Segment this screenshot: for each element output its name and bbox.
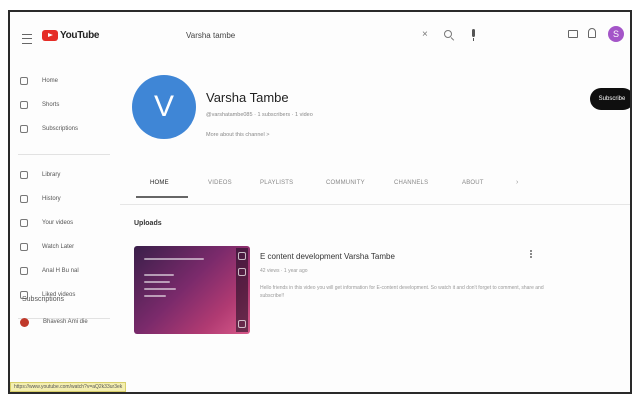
home-icon [20, 77, 28, 85]
browser-frame: YouTube Varsha tambe × S Home Shorts Sub… [8, 10, 632, 394]
channel-name: Varsha Tambe [206, 90, 289, 105]
sidebar-item-label: History [42, 196, 61, 202]
sidebar-item-label: Watch Later [42, 244, 75, 250]
sidebar-item-subscriptions[interactable]: Subscriptions [20, 122, 78, 136]
tab-home[interactable]: HOME [150, 180, 169, 186]
tab-playlists[interactable]: PLAYLISTS [260, 180, 293, 186]
library-icon [20, 171, 28, 179]
sidebar-item-label: Your videos [42, 220, 74, 226]
tabs-scroll-icon[interactable]: › [516, 179, 518, 186]
sidebar-item-playlist[interactable]: Anal H Bu nal [20, 264, 79, 278]
sidebar-item-home[interactable]: Home [20, 74, 58, 88]
search-icon[interactable] [444, 30, 452, 38]
thumbnail-text-line [144, 274, 174, 276]
shorts-icon [20, 101, 28, 109]
thumbnail-text-line [144, 295, 166, 297]
active-tab-indicator [136, 196, 188, 198]
sidebar-item-watch-later[interactable]: Watch Later [20, 240, 74, 254]
sidebar-item-label: Shorts [42, 102, 60, 108]
create-video-icon[interactable] [568, 30, 578, 38]
sidebar-item-label: Library [42, 172, 61, 178]
channel-meta: @varshatambe085 · 1 subscribers · 1 vide… [206, 112, 313, 118]
subscription-name: Bhavesh Ami die [43, 319, 88, 325]
tab-channels[interactable]: CHANNELS [394, 180, 428, 186]
sidebar-item-history[interactable]: History [20, 192, 61, 206]
channel-more-link[interactable]: More about this channel > [206, 132, 269, 138]
thumbnail-user-icon [238, 268, 246, 276]
thumbnail-text-line [144, 258, 204, 260]
clear-search-icon[interactable]: × [422, 29, 428, 40]
account-avatar[interactable]: S [608, 26, 624, 42]
playlist-icon [20, 267, 28, 275]
top-bar: YouTube Varsha tambe × S [10, 12, 630, 64]
thumbnail-cam-icon [238, 252, 246, 260]
uploads-heading[interactable]: Uploads [134, 220, 162, 227]
sidebar-item-your-videos[interactable]: Your videos [20, 216, 73, 230]
logo-text: YouTube [60, 30, 100, 41]
youtube-logo[interactable]: YouTube [42, 30, 100, 41]
tab-community[interactable]: COMMUNITY [326, 180, 365, 186]
history-icon [20, 195, 28, 203]
status-bar-url: https://www.youtube.com/watch?v=aQ2k33ur… [10, 382, 127, 392]
video-meta: 42 views · 1 year ago [260, 268, 308, 274]
youtube-play-icon [42, 30, 58, 41]
video-thumbnail[interactable] [134, 246, 250, 334]
subscribe-button[interactable]: Subscribe [590, 88, 630, 110]
sidebar-divider [18, 154, 110, 155]
more-options-icon[interactable] [530, 250, 532, 252]
menu-icon[interactable] [22, 34, 32, 44]
notifications-bell-icon[interactable] [588, 28, 596, 38]
sidebar-item-label: Home [42, 78, 59, 84]
sidebar-item-library[interactable]: Library [20, 168, 60, 182]
tab-about[interactable]: ABOUT [462, 180, 484, 186]
tab-videos[interactable]: VIDEOS [208, 180, 232, 186]
thumbnail-text-line [144, 281, 170, 283]
video-title[interactable]: E content development Varsha Tambe [260, 252, 395, 261]
subscriptions-heading: Subscriptions [22, 296, 65, 303]
video-description: Hello friends in this video you will get… [260, 285, 544, 299]
subscriptions-icon [20, 125, 28, 133]
sidebar-item-shorts[interactable]: Shorts [20, 98, 59, 112]
sidebar-item-label: Anal H Bu nal [42, 268, 79, 274]
your-videos-icon [20, 219, 28, 227]
thumbnail-text-line [144, 288, 176, 290]
channel-avatar[interactable]: V [132, 75, 196, 139]
sidebar-item-label: Subscriptions [42, 126, 79, 132]
tabs-divider [120, 204, 630, 205]
subscription-avatar [20, 317, 29, 327]
subscription-item[interactable]: Bhavesh Ami die [20, 315, 88, 329]
microphone-icon[interactable] [472, 29, 475, 41]
search-input[interactable]: Varsha tambe [186, 31, 235, 40]
thumbnail-expand-icon [238, 320, 246, 328]
watch-later-icon [20, 243, 28, 251]
